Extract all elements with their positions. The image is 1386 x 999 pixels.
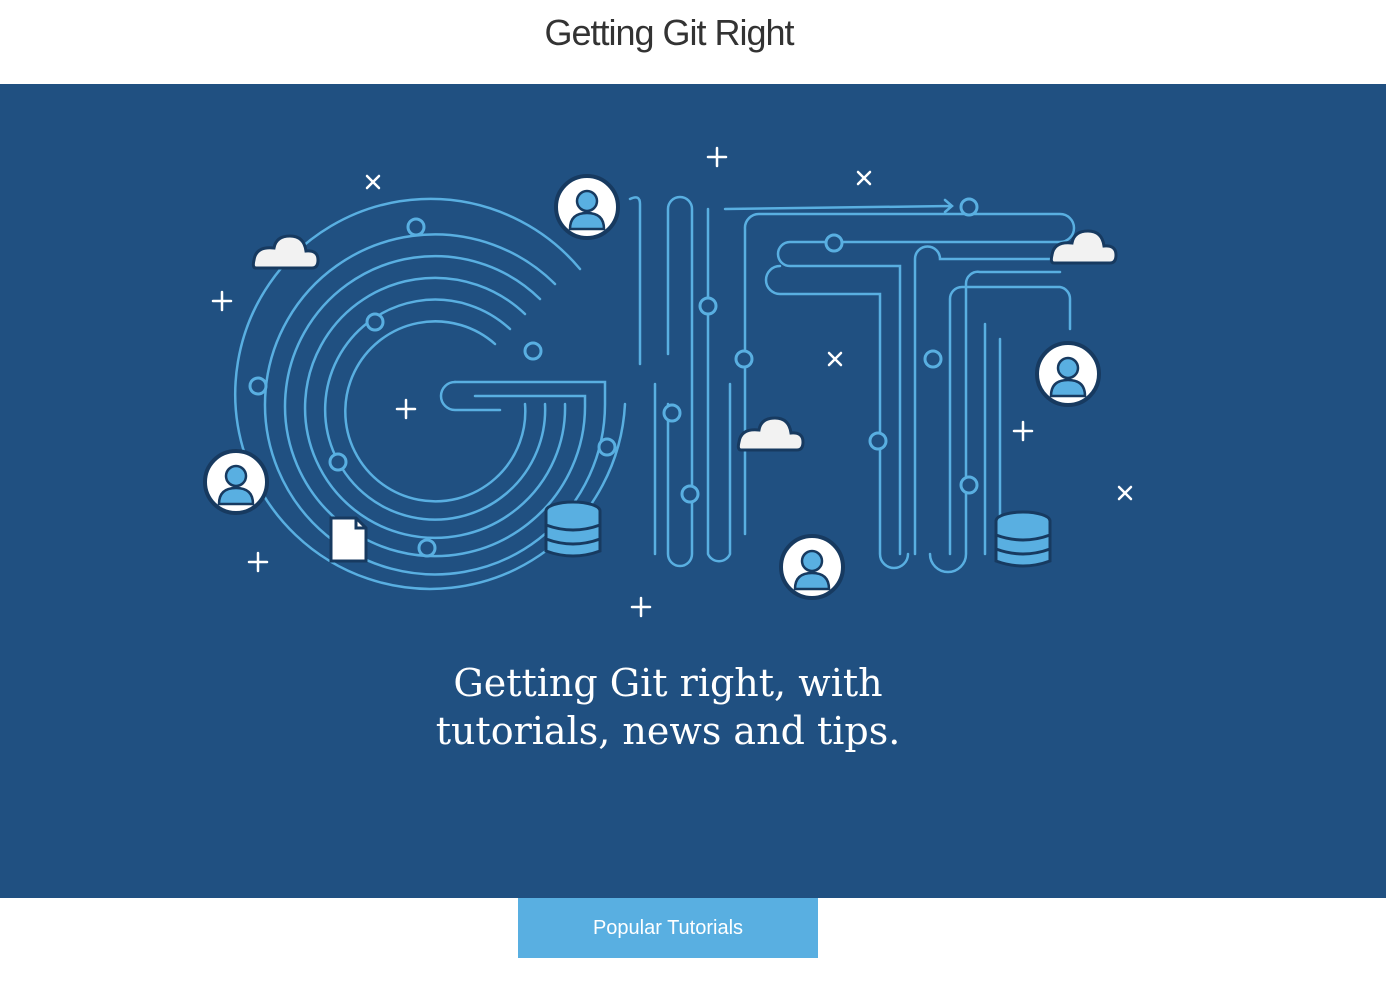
- document-icon: [329, 516, 368, 563]
- tab-popular-tutorials[interactable]: Popular Tutorials: [518, 898, 818, 958]
- page-title: Getting Git Right: [544, 12, 794, 53]
- hero-banner: Getting Git right, with tutorials, news …: [0, 84, 1386, 898]
- hero-tagline: Getting Git right, with tutorials, news …: [0, 659, 1336, 755]
- git-illustration: [203, 146, 1133, 618]
- tagline-line-2: tutorials, news and tips.: [435, 709, 901, 753]
- clouds: [251, 229, 1118, 452]
- site-header: Getting Git Right: [0, 0, 1386, 84]
- tagline-line-1: Getting Git right, with: [453, 661, 883, 705]
